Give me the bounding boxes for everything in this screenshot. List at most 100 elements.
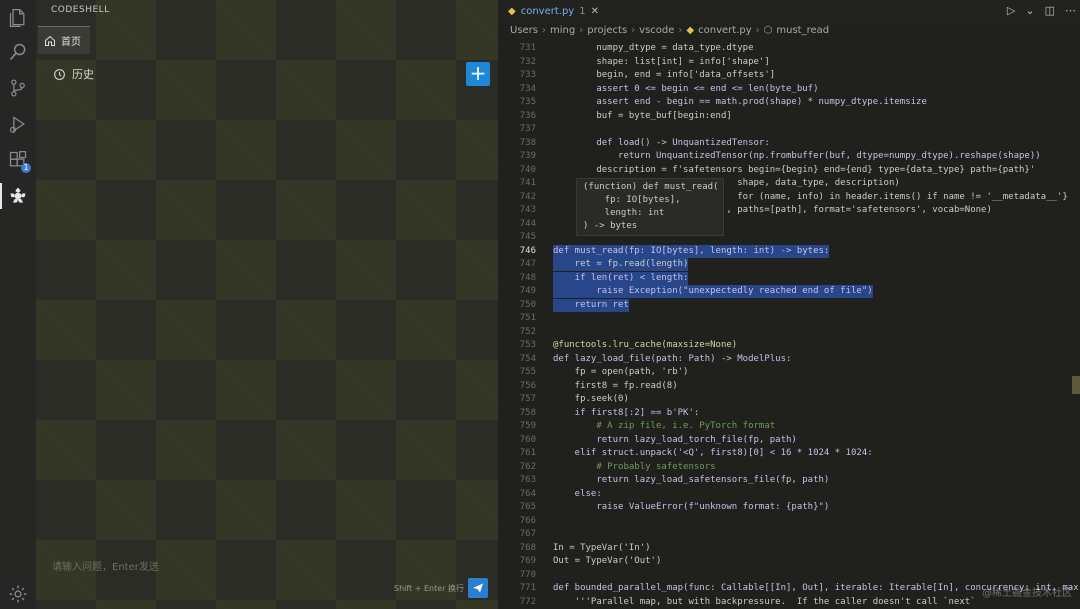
code-line[interactable]: 763 return lazy_load_safetensors_file(fp… [498,474,1080,487]
hover-line: fp: IO[bytes], [583,195,681,205]
new-chat-button[interactable]: + [466,62,490,86]
line-number: 765 [519,502,536,512]
code-line[interactable]: 750 return ret [498,298,1080,312]
watermark: @稀土掘金技术社区 [982,588,1072,599]
code-line[interactable]: 768 In = TypeVar('In') [498,542,1080,555]
code-line[interactable]: 738 def load() -> UnquantizedTensor: [498,137,1080,150]
code-line[interactable]: 756 first8 = fp.read(8) [498,380,1080,393]
code-line[interactable]: 746 def must_read(fp: IO[bytes], length: … [498,244,1080,258]
breadcrumb: Users › ming › projects › vscode › ◆ convert… [510,25,830,36]
code-line[interactable]: 747 ret = fp.read(length) [498,258,1080,271]
code-text: buf = byte_buf[begin:end] [553,110,732,121]
breadcrumb-item[interactable]: projects [587,25,627,36]
code-line[interactable]: 760 return lazy_load_torch_file(fp, path… [498,434,1080,447]
breadcrumb-item[interactable]: vscode [639,25,674,36]
line-number: 731 [519,43,536,53]
code-line[interactable]: 759 # A zip file, i.e. PyTorch format [498,420,1080,433]
question-input[interactable]: 请输入问题，Enter发送 [52,558,159,573]
history-label: 历史 [72,68,94,81]
code-line[interactable]: 733 begin, end = info['data_offsets'] [498,69,1080,82]
line-number: 767 [519,529,536,539]
code-line[interactable]: 765 raise ValueError(f"unknown format: {… [498,501,1080,514]
line-number: 742 [519,191,536,202]
close-icon[interactable]: ✕ [591,6,599,17]
active-indicator [0,183,2,209]
tab-home-label: 首页 [61,37,81,48]
code-line[interactable]: 764 else: [498,488,1080,501]
files-icon[interactable] [6,6,30,30]
code-text: assert end - begin == math.prod(shape) *… [553,97,927,107]
code-text: fp = open(path, 'rb') [553,367,689,377]
codeshell-icon[interactable] [6,184,30,208]
search-icon[interactable] [6,40,30,64]
code-line[interactable]: 761 elif struct.unpack('<Q', first8)[0] … [498,447,1080,460]
code-line[interactable]: 751 [498,312,1080,325]
split-editor-icon[interactable]: ◫ [1045,4,1055,17]
code-line[interactable]: 769 Out = TypeVar('Out') [498,555,1080,568]
run-icon[interactable]: ▷ [1007,4,1015,17]
line-number: 758 [519,407,536,418]
line-number: 750 [519,299,536,310]
line-number: 741 [519,178,536,188]
code-line[interactable]: 736 buf = byte_buf[begin:end] [498,110,1080,123]
panel-background [36,0,498,609]
code-line[interactable]: 758 if first8[:2] == b'PK': [498,407,1080,420]
run-debug-icon[interactable] [6,112,30,136]
line-number: 753 [519,340,536,350]
hover-line: ) -> bytes [583,221,638,231]
code-text: In = TypeVar('In') [553,542,651,553]
code-line[interactable]: 734 assert 0 <= begin <= end <= len(byte… [498,83,1080,96]
code-line[interactable]: 735 assert end - begin == math.prod(shap… [498,96,1080,109]
code-line[interactable]: 748 if len(ret) < length: [498,271,1080,285]
function-symbol-icon: ⬡ [763,25,773,36]
python-file-icon: ◆ [686,25,695,36]
breadcrumb-item[interactable]: Users [510,25,538,36]
line-number: 746 [519,245,536,256]
gear-icon[interactable] [6,582,30,606]
code-line[interactable]: 749 raise Exception("unexpectedly reache… [498,285,1080,298]
code-line[interactable]: 732 shape: list[int] = info['shape'] [498,56,1080,69]
breadcrumb-item[interactable]: convert.py [698,25,752,36]
tab-home[interactable]: 首页 [38,26,90,54]
code-text: def must_read(fp: IO[bytes], length: int… [553,244,830,258]
source-control-icon[interactable] [6,76,30,100]
history-item[interactable]: 历史 [53,66,94,82]
code-line[interactable]: 762 # Probably safetensors [498,461,1080,474]
code-text: return lazy_load_safetensors_file(fp, pa… [553,475,830,485]
code-line[interactable]: 739 return UnquantizedTensor(np.frombuff… [498,150,1080,163]
tab-dirty-count: 1 [579,5,586,17]
extensions-icon[interactable]: 1 [6,148,31,173]
more-icon[interactable]: ⋯ [1065,4,1076,17]
code-line[interactable]: 755 fp = open(path, 'rb') [498,366,1080,379]
code-line[interactable]: 752 [498,326,1080,339]
code-line[interactable]: 757 fp.seek(0) [498,393,1080,406]
code-line[interactable]: 754 def lazy_load_file(path: Path) -> Mod… [498,353,1080,366]
code-line[interactable]: 737 [498,123,1080,136]
code-text: return ret [553,298,629,312]
send-button[interactable] [468,578,488,598]
line-number: 755 [519,367,536,377]
code-text: raise Exception("unexpectedly reached en… [553,285,873,298]
line-number: 769 [519,556,536,566]
code-text: else: [553,488,602,499]
editor: ◆ convert.py 1 ✕ ▷ ⌄ ◫ ⋯ Users › ming › pr… [498,0,1080,609]
code-text: assert 0 <= begin <= end <= len(byte_buf… [553,83,819,94]
code-text: # A zip file, i.e. PyTorch format [553,421,776,431]
code-line[interactable]: 770 [498,569,1080,582]
line-number: 754 [519,353,536,364]
code-line[interactable]: 766 [498,515,1080,528]
scrollbar-thumb[interactable] [1072,376,1080,394]
editor-actions: ▷ ⌄ ◫ ⋯ [1007,4,1076,17]
code-line[interactable]: 753 @functools.lru_cache(maxsize=None) [498,339,1080,352]
code-line[interactable]: 740 description = f'safetensors begin={b… [498,164,1080,177]
code-line[interactable]: 767 [498,528,1080,541]
chevron-down-icon[interactable]: ⌄ [1025,4,1034,17]
breadcrumb-item[interactable]: ming [550,25,575,36]
tab-convert-py[interactable]: ◆ convert.py 1 ✕ [498,0,609,22]
send-icon [473,583,483,593]
line-number: 733 [519,70,536,80]
code-line[interactable]: 731 numpy_dtype = data_type.dtype [498,42,1080,55]
editor-tab-bar: ◆ convert.py 1 ✕ ▷ ⌄ ◫ ⋯ [498,0,1080,22]
code-text: begin, end = info['data_offsets'] [553,70,776,80]
breadcrumb-item[interactable]: must_read [776,25,829,36]
